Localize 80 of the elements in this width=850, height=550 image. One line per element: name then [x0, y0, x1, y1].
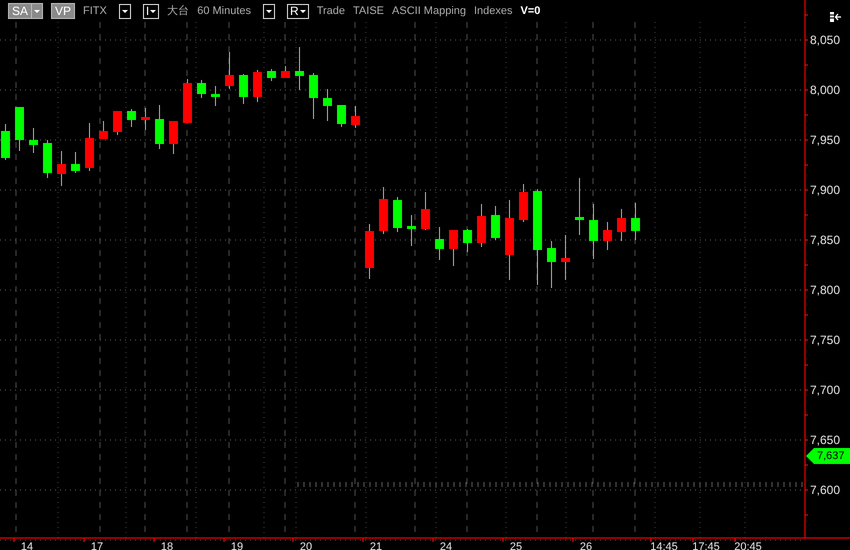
candlestick	[407, 214, 416, 246]
candlestick	[1, 124, 10, 160]
candlestick	[29, 128, 38, 154]
volume-value: V=0	[520, 4, 540, 19]
candlestick	[477, 204, 486, 248]
candlestick	[379, 186, 388, 234]
candlestick	[351, 106, 360, 128]
candlestick	[141, 108, 150, 130]
toolbar-label: Indexes	[474, 4, 513, 19]
time-label: 18	[160, 541, 174, 550]
candlestick	[267, 68, 276, 82]
menu-button[interactable]: R	[287, 4, 309, 19]
time-label: 17:45	[692, 541, 720, 550]
time-label: 14	[20, 541, 34, 550]
candlestick	[309, 72, 318, 120]
time-label: 21	[370, 541, 382, 550]
candlestick	[183, 78, 192, 124]
candlestick	[617, 208, 626, 242]
candlestick	[169, 120, 178, 154]
price-label: 7,900	[810, 183, 840, 197]
price-label: 8,050	[810, 33, 840, 47]
candlestick	[491, 206, 500, 240]
candlestick	[323, 88, 332, 122]
last-price-marker: 7,637	[806, 448, 850, 464]
candlestick	[435, 226, 444, 260]
candlestick	[225, 52, 234, 90]
time-label: 25	[510, 541, 522, 550]
menu-button[interactable]: I	[142, 4, 160, 19]
candlestick	[449, 230, 458, 266]
candlestick	[589, 204, 598, 260]
price-label: 7,950	[810, 133, 840, 147]
dropdown-button[interactable]	[263, 4, 276, 19]
price-label: 7,650	[810, 433, 840, 447]
candlestick	[421, 192, 430, 230]
price-label: 7,600	[810, 483, 840, 497]
candlestick	[127, 108, 136, 128]
candlestick	[113, 110, 122, 136]
price-label: 7,850	[810, 233, 840, 247]
time-label: 20:45	[734, 541, 762, 550]
panel-arrow-icon[interactable]	[830, 12, 842, 22]
time-label: 19	[230, 541, 244, 550]
candlestick	[99, 120, 108, 140]
price-label: 8,000	[810, 83, 840, 97]
candlestick	[43, 140, 52, 178]
candlestick	[253, 70, 262, 102]
candlestick	[57, 150, 66, 186]
toolbar-label: TAISE	[353, 4, 384, 19]
candlestick	[547, 240, 556, 288]
candlestick	[631, 202, 640, 240]
candlestick	[463, 228, 472, 252]
toolbar-label: FITX	[83, 4, 107, 19]
price-label: 7,700	[810, 383, 840, 397]
toolbar-label: Trade	[316, 4, 346, 19]
candlestick	[155, 104, 164, 150]
toolbar-label: 大台	[167, 4, 190, 19]
candlestick	[365, 224, 374, 280]
candlestick	[393, 196, 402, 232]
time-label: 24	[440, 541, 452, 550]
time-label: 20	[300, 541, 312, 550]
dropdown-button[interactable]	[118, 4, 131, 19]
candlestick	[575, 178, 584, 236]
candlestick	[519, 184, 528, 222]
candlestick	[239, 74, 248, 104]
candlestick	[281, 66, 290, 78]
time-label: 14:45	[650, 541, 678, 550]
candlestick	[561, 234, 570, 280]
candlestick	[15, 106, 24, 152]
price-label: 7,800	[810, 283, 840, 297]
toolbar-label: 60 Minutes	[197, 4, 252, 19]
candlestick	[211, 86, 220, 106]
candlestick	[603, 222, 612, 250]
time-label: 26	[580, 541, 592, 550]
time-label: 17	[90, 541, 104, 550]
candlestick	[337, 104, 346, 128]
candlestick	[197, 80, 206, 98]
price-label: 7,750	[810, 333, 840, 347]
candlestick	[71, 152, 80, 174]
candlestick	[295, 46, 304, 90]
toolbar-label: ASCII Mapping	[392, 4, 466, 19]
candlestick	[85, 122, 94, 172]
